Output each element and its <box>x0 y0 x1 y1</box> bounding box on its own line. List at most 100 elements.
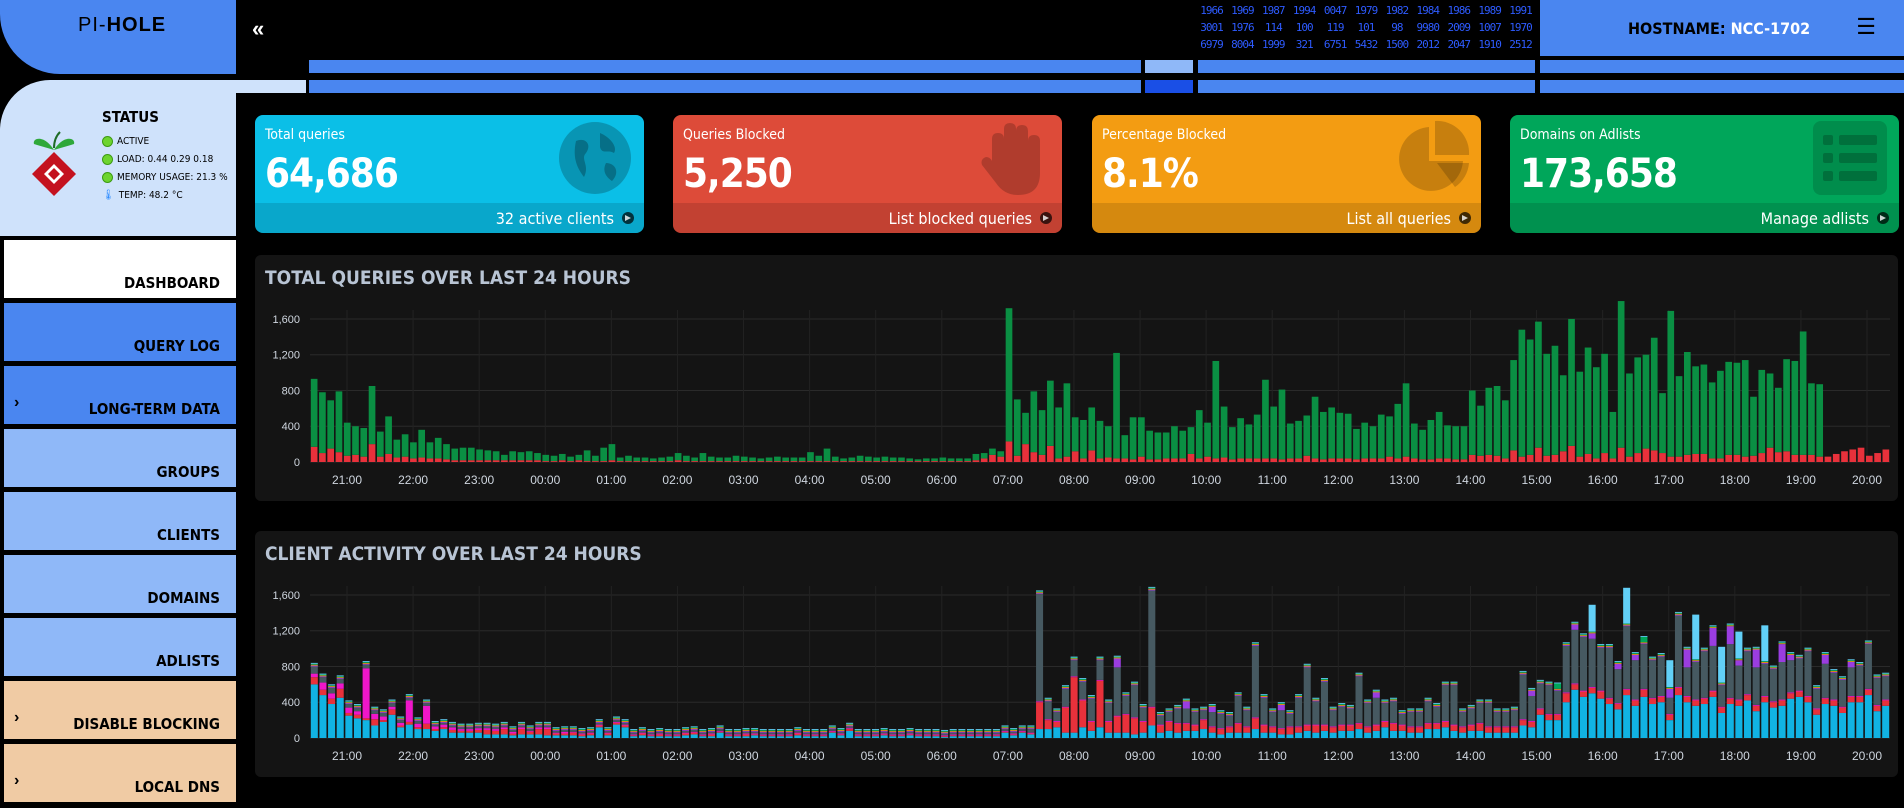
chart-bar[interactable] <box>932 736 940 738</box>
chart-bar[interactable] <box>310 673 318 678</box>
chart-bar[interactable] <box>1096 679 1104 681</box>
chart-bar[interactable] <box>1018 728 1026 730</box>
chart-bar[interactable] <box>604 730 612 733</box>
chart-bar[interactable] <box>690 728 698 730</box>
chart-bar[interactable] <box>1312 700 1320 702</box>
chart-bar[interactable] <box>1502 732 1510 738</box>
chart-bar[interactable] <box>1346 730 1354 738</box>
chart-bar[interactable] <box>794 729 802 730</box>
chart-bar[interactable] <box>423 703 431 706</box>
chart-bar[interactable] <box>774 461 781 462</box>
chart-bar[interactable] <box>1640 636 1648 643</box>
chart-bar[interactable] <box>1200 729 1208 738</box>
chart-bar[interactable] <box>1182 698 1190 700</box>
chart-bar[interactable] <box>526 729 534 731</box>
chart-bar[interactable] <box>492 723 500 725</box>
chart-bar[interactable] <box>604 728 612 730</box>
chart-bar[interactable] <box>1856 664 1864 666</box>
chart-bar[interactable] <box>1476 730 1484 738</box>
chart-bar[interactable] <box>1131 684 1139 686</box>
chart-bar[interactable] <box>1597 645 1605 647</box>
chart-bar[interactable] <box>1364 702 1372 704</box>
chart-bar[interactable] <box>1245 424 1253 459</box>
chart-bar[interactable] <box>1528 727 1536 738</box>
chart-bar[interactable] <box>616 461 624 462</box>
chart-bar[interactable] <box>310 665 318 667</box>
chart-bar[interactable] <box>1220 457 1228 462</box>
chart-bar[interactable] <box>932 729 940 730</box>
chart-bar[interactable] <box>1864 689 1872 696</box>
chart-bar[interactable] <box>1303 663 1311 665</box>
chart-bar[interactable] <box>1156 725 1164 733</box>
chart-bar[interactable] <box>923 734 931 736</box>
chart-bar[interactable] <box>336 676 344 678</box>
chart-bar[interactable] <box>1131 717 1139 719</box>
chart-bar[interactable] <box>1113 352 1120 459</box>
chart-bar[interactable] <box>1744 650 1752 652</box>
chart-bar[interactable] <box>474 724 482 726</box>
chart-bar[interactable] <box>1554 683 1562 689</box>
chart-bar[interactable] <box>1545 683 1553 685</box>
chart-bar[interactable] <box>1735 658 1743 660</box>
chart-bar[interactable] <box>388 701 396 703</box>
chart-bar[interactable] <box>1441 721 1449 722</box>
chart-bar[interactable] <box>742 729 750 731</box>
chart-bar[interactable] <box>1847 661 1855 662</box>
chart-bar[interactable] <box>1709 690 1717 692</box>
chart-bar[interactable] <box>1717 458 1724 462</box>
chart-bar[interactable] <box>1148 586 1156 588</box>
chart-bar[interactable] <box>1535 321 1542 448</box>
chart-bar[interactable] <box>1804 647 1812 649</box>
chart-bar[interactable] <box>1468 454 1476 462</box>
chart-bar[interactable] <box>1088 407 1096 451</box>
chart-bar[interactable] <box>335 391 343 453</box>
chart-bar[interactable] <box>397 725 405 728</box>
chart-bar[interactable] <box>931 458 938 462</box>
chart-bar[interactable] <box>1813 686 1821 688</box>
chart-bar[interactable] <box>1467 706 1475 708</box>
chart-bar[interactable] <box>595 722 603 725</box>
chart-bar[interactable] <box>379 712 387 713</box>
chart-bar[interactable] <box>1424 697 1432 699</box>
chart-bar[interactable] <box>1070 732 1078 738</box>
chart-bar[interactable] <box>1139 704 1147 706</box>
chart-bar[interactable] <box>966 736 974 738</box>
chart-bar[interactable] <box>1709 645 1717 691</box>
chart-bar[interactable] <box>1609 411 1617 459</box>
chart-bar[interactable] <box>1536 681 1544 683</box>
chart-bar[interactable] <box>1036 594 1044 702</box>
chart-bar[interactable] <box>923 736 931 738</box>
chart-bar[interactable] <box>682 729 690 731</box>
chart-bar[interactable] <box>1148 706 1156 708</box>
chart-bar[interactable] <box>360 428 368 457</box>
chart-bar[interactable] <box>673 729 681 731</box>
chart-bar[interactable] <box>1674 615 1682 688</box>
chart-bar[interactable] <box>759 736 767 738</box>
chart-bar[interactable] <box>1061 688 1069 707</box>
chart-bar[interactable] <box>897 735 905 737</box>
chart-bar[interactable] <box>1700 364 1708 454</box>
chart-bar[interactable] <box>336 678 344 679</box>
chart-bar[interactable] <box>785 734 793 736</box>
chart-bar[interactable] <box>1700 697 1708 699</box>
chart-bar[interactable] <box>1286 734 1294 738</box>
chart-bar[interactable] <box>707 733 715 735</box>
chart-bar[interactable] <box>1502 711 1510 713</box>
chart-bar[interactable] <box>1191 709 1199 711</box>
chart-bar[interactable] <box>1576 371 1584 457</box>
chart-bar[interactable] <box>1683 647 1691 649</box>
chart-bar[interactable] <box>992 731 1000 733</box>
chart-bar[interactable] <box>550 455 558 462</box>
chart-bar[interactable] <box>1286 727 1294 735</box>
chart-bar[interactable] <box>1623 587 1631 624</box>
chart-bar[interactable] <box>733 729 741 731</box>
chart-bar[interactable] <box>751 729 759 730</box>
chart-bar[interactable] <box>1476 699 1484 701</box>
chart-bar[interactable] <box>1364 700 1372 702</box>
chart-bar[interactable] <box>1683 454 1691 462</box>
chart-bar[interactable] <box>725 729 733 730</box>
chart-bar[interactable] <box>1372 689 1380 691</box>
chart-bar[interactable] <box>1795 656 1803 658</box>
chart-bar[interactable] <box>1847 667 1855 696</box>
chart-bar[interactable] <box>319 392 326 454</box>
